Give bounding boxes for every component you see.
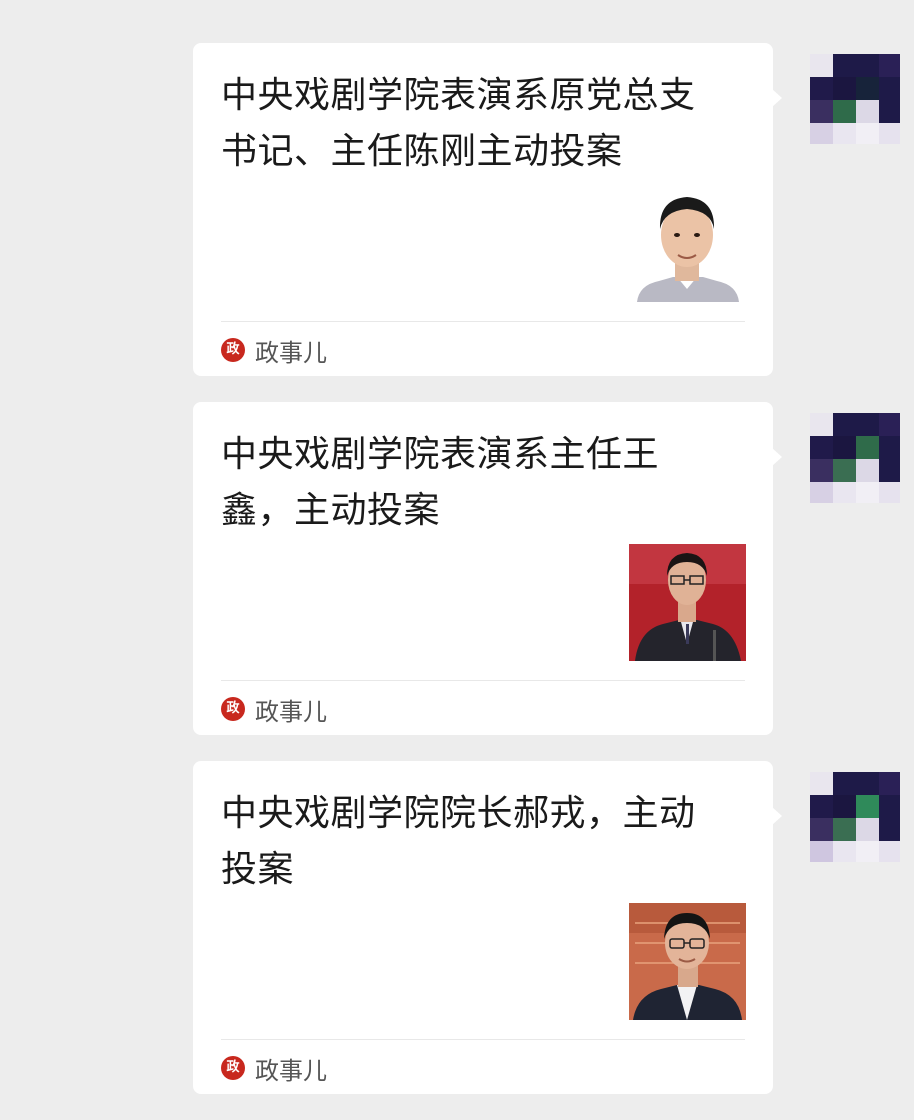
avatar[interactable] [810,772,900,862]
source-name: 政事儿 [255,697,327,726]
card-divider [221,321,745,322]
source-row: 政 政事儿 [221,335,327,367]
source-name: 政事儿 [255,338,327,367]
message-card-2[interactable]: 中央戏剧学院表演系主任王鑫，主动投案 政 政事儿 [193,402,782,735]
article-title: 中央戏剧学院表演系原党总支书记、主任陈刚主动投案 [221,75,696,172]
source-row: 政 政事儿 [221,1053,327,1085]
avatar[interactable] [810,413,900,503]
source-logo-icon: 政 [221,697,245,721]
source-logo-icon: 政 [221,1056,245,1080]
avatar[interactable] [810,54,900,144]
article-thumbnail [629,903,746,1020]
source-logo-icon: 政 [221,338,245,362]
article-thumbnail [629,544,746,661]
article-thumbnail [629,185,746,302]
card-divider [221,680,745,681]
source-row: 政 政事儿 [221,694,327,726]
message-card-3[interactable]: 中央戏剧学院院长郝戎，主动投案 政 政事儿 [193,761,782,1094]
article-title: 中央戏剧学院表演系主任王鑫，主动投案 [221,434,660,531]
message-card-1[interactable]: 中央戏剧学院表演系原党总支书记、主任陈刚主动投案 政 政事儿 [193,43,782,376]
article-title: 中央戏剧学院院长郝戎，主动投案 [221,793,696,890]
card-divider [221,1039,745,1040]
source-name: 政事儿 [255,1056,327,1085]
